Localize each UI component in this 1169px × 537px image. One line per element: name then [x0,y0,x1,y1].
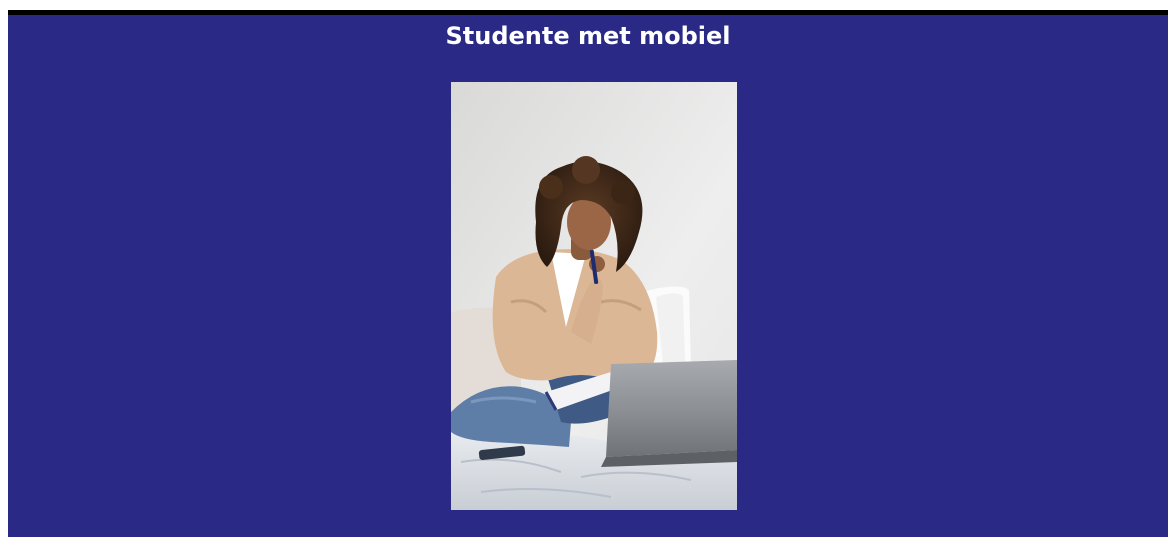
page-title: Studente met mobiel [445,22,731,50]
content-panel: Studente met mobiel [8,10,1168,537]
student-photo [451,82,737,510]
